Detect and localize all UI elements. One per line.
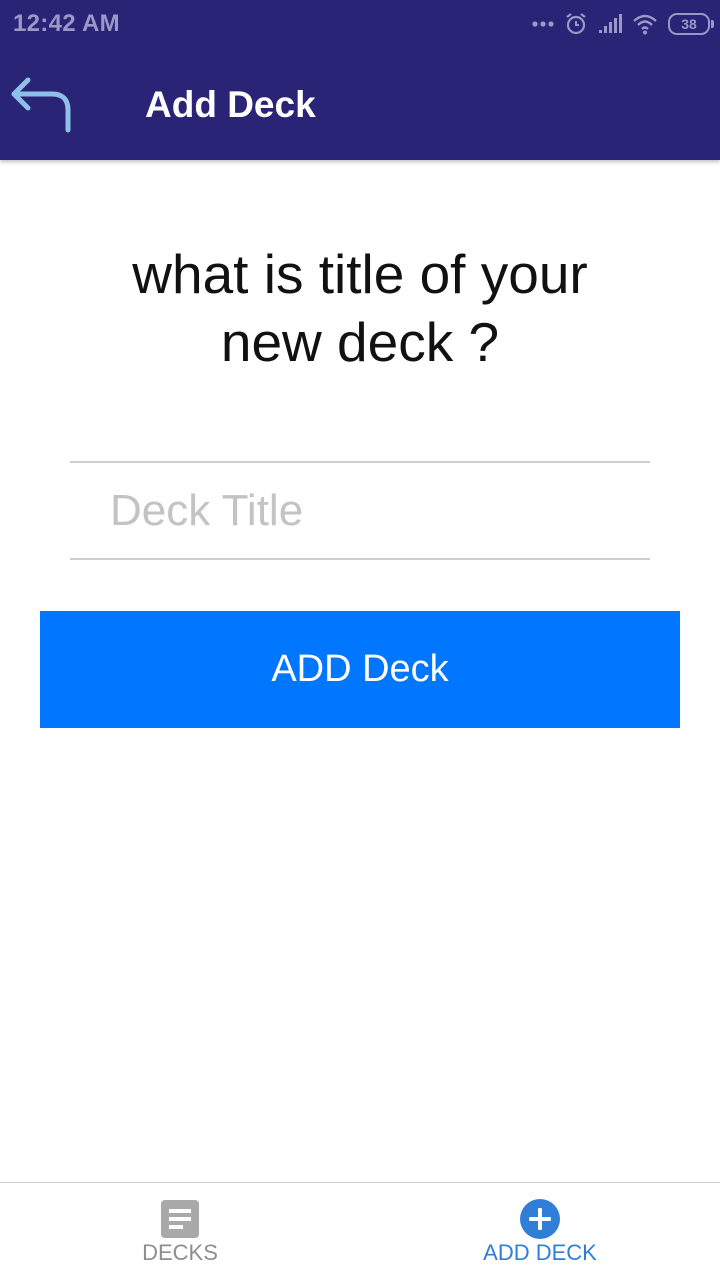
page-title: Add Deck [145,84,316,125]
alarm-icon [566,13,586,35]
deck-title-input[interactable] [110,463,630,558]
status-bar: 12:42 AM 38 [0,0,720,50]
app-bar: 12:42 AM 38 Add Deck [0,0,720,160]
screen: 12:42 AM 38 Add Deck what is title of yo… [0,0,720,1280]
battery-level: 38 [681,16,697,32]
question-text: what is title of your new deck ? [132,243,588,373]
back-arrow-icon [11,77,71,133]
wifi-icon [633,14,657,35]
add-circle-icon [520,1199,560,1239]
battery-icon: 38 [668,13,714,35]
more-dots-icon [532,21,554,27]
list-icon [161,1200,199,1238]
tab-decks[interactable]: DECKS [0,1183,360,1280]
tab-add-deck[interactable]: ADD DECK [360,1183,720,1280]
deck-title-field [70,461,650,560]
signal-icon [599,14,622,33]
question-block: what is title of your new deck ? [0,240,720,376]
tab-add-deck-label: ADD DECK [483,1240,597,1265]
back-button[interactable] [6,72,76,136]
bottom-tab-bar: DECKS ADD DECK [0,1182,720,1280]
add-deck-button[interactable]: ADD Deck [40,611,680,728]
status-time: 12:42 AM [13,10,120,37]
status-icons: 38 [522,10,714,38]
tab-decks-label: DECKS [142,1240,218,1265]
